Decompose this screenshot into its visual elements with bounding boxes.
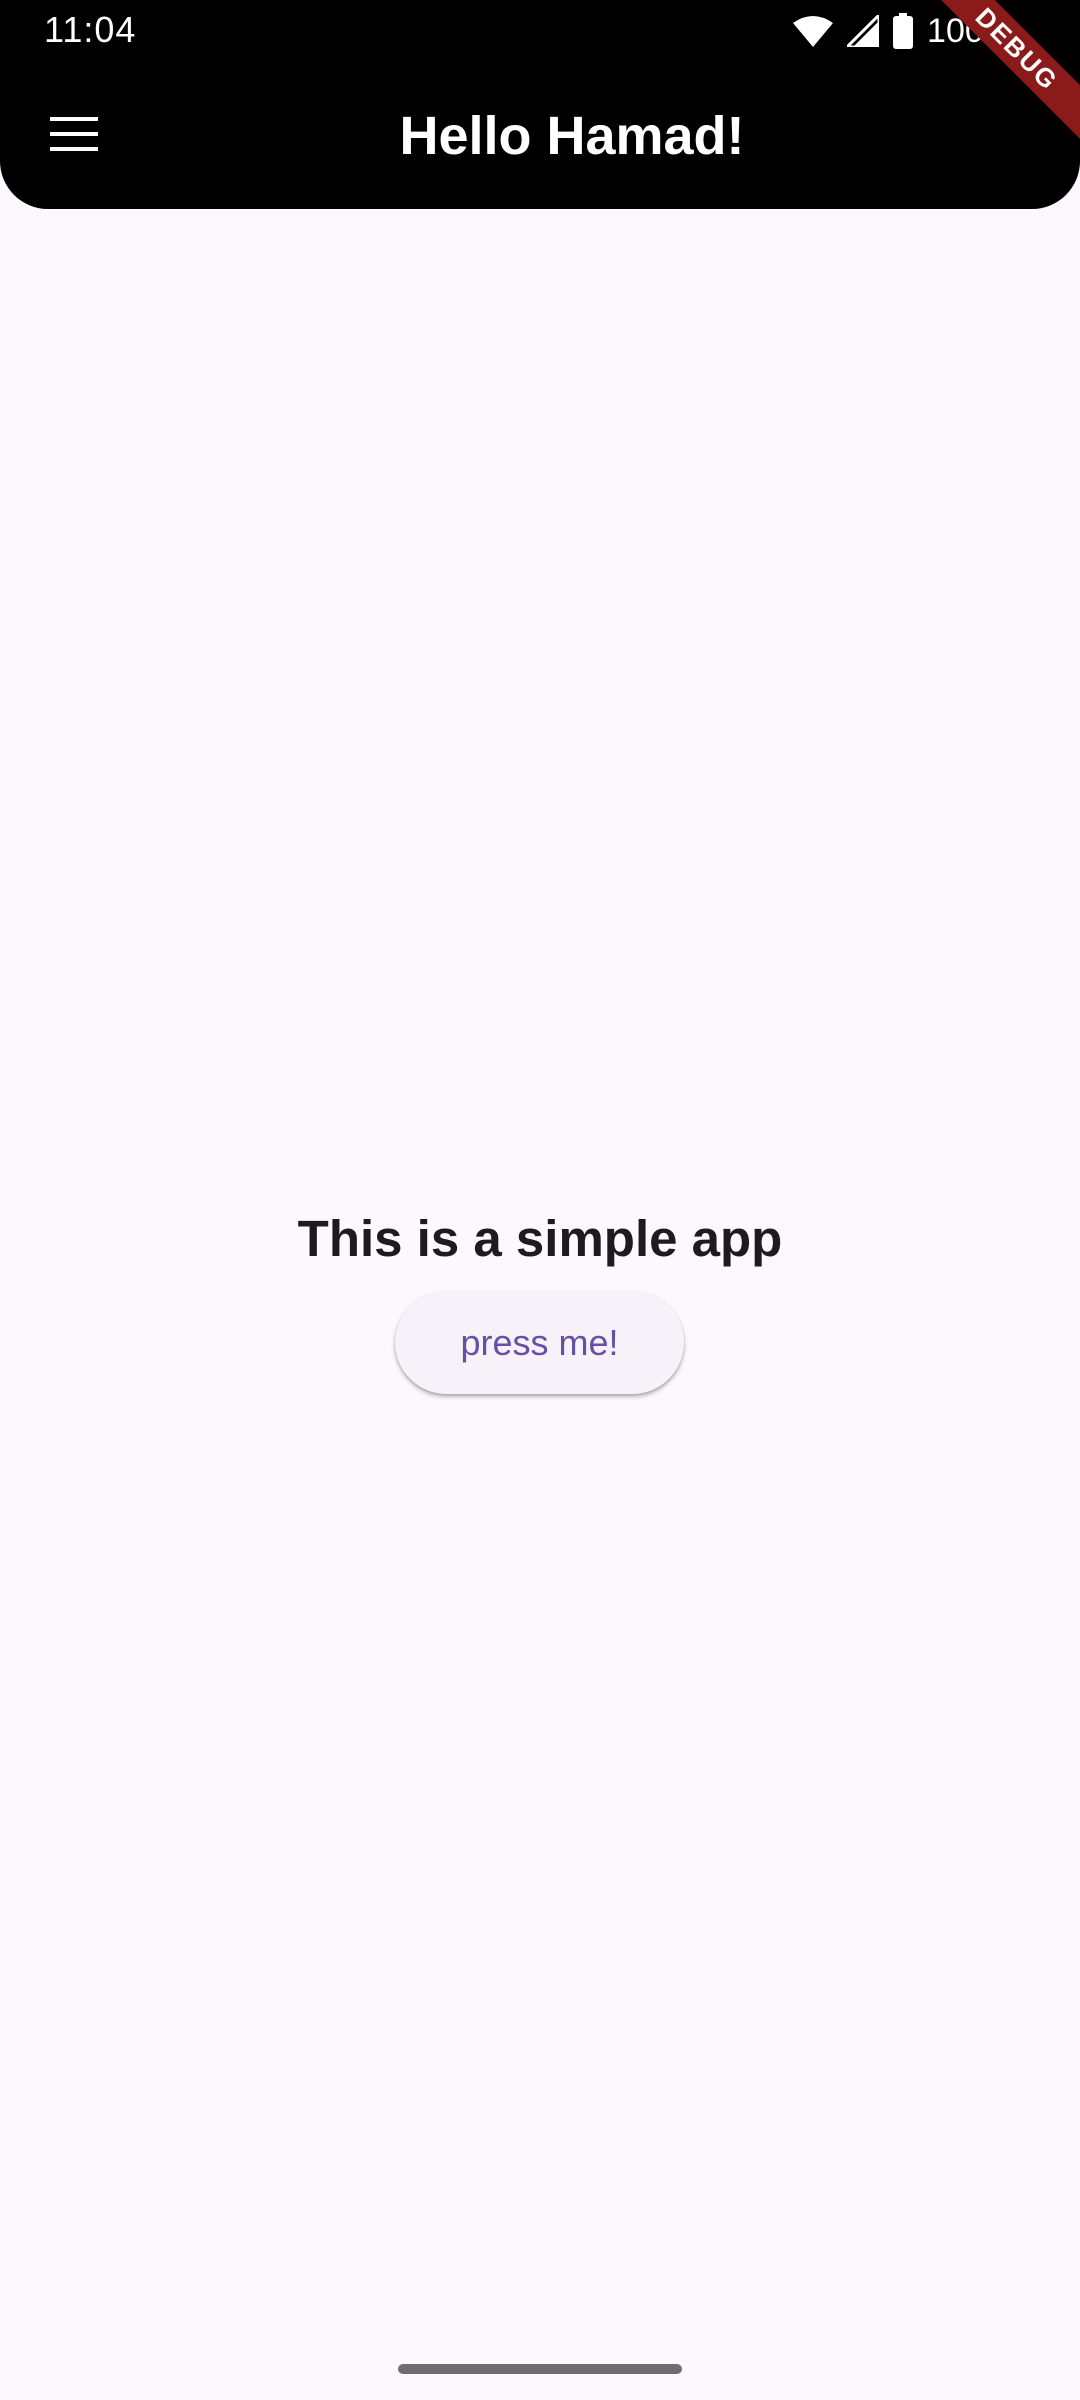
gesture-navigation-bar[interactable]	[398, 2364, 682, 2374]
press-me-button[interactable]: press me!	[395, 1291, 684, 1394]
app-title: Hello Hamad!	[399, 106, 745, 166]
status-time: 11:04	[44, 9, 137, 50]
status-icons: 100%	[793, 10, 1014, 52]
wifi-icon	[793, 15, 834, 47]
app-screen: 11:04 100% Hello Hamad! DEBUG This is a …	[0, 0, 1080, 2400]
cell-signal-icon	[847, 15, 880, 47]
battery-icon	[893, 13, 914, 49]
main-heading: This is a simple app	[297, 1210, 783, 1267]
app-header: 11:04 100% Hello Hamad! DEBUG	[0, 0, 1080, 209]
status-bar: 11:04 100%	[0, 0, 1080, 62]
battery-percent: 100%	[927, 12, 1014, 50]
app-title-container: Hello Hamad!	[0, 98, 1080, 174]
